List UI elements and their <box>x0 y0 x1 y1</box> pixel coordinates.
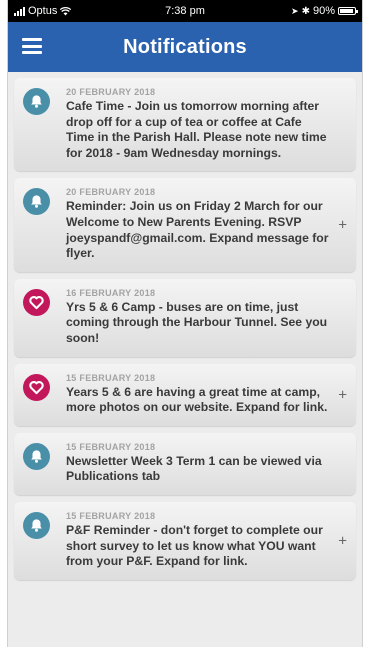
notification-message: P&F Reminder - don't forget to complete … <box>66 522 323 569</box>
notification-message: Yrs 5 & 6 Camp - buses are on time, just… <box>66 299 328 345</box>
bell-icon <box>23 442 50 470</box>
notification-message: Newsletter Week 3 Term 1 can be viewed v… <box>66 453 322 484</box>
signal-icon <box>14 6 25 16</box>
notification-date: 15 FEBRUARY 2018 <box>66 510 156 521</box>
status-left: Optus <box>14 5 72 17</box>
notification-card[interactable]: 15 FEBRUARY 2018 P&F Reminder - don't fo… <box>14 501 356 580</box>
heart-icon <box>23 288 50 316</box>
phone-frame: Optus 7:38 pm ➤ ✱ 90% Notifications 20 F… <box>7 0 363 647</box>
expand-button[interactable]: + <box>338 217 347 234</box>
expand-button[interactable]: + <box>338 532 347 549</box>
expand-button[interactable]: + <box>338 386 347 403</box>
notification-card[interactable]: 20 FEBRUARY 2018 Cafe Time - Join us tom… <box>14 78 356 172</box>
notification-card[interactable]: 16 FEBRUARY 2018 Yrs 5 & 6 Camp - buses … <box>14 278 356 357</box>
page-title: Notifications <box>123 35 247 58</box>
bluetooth-icon: ✱ <box>301 5 310 17</box>
notification-date: 16 FEBRUARY 2018 <box>66 287 156 298</box>
bell-icon <box>23 511 50 539</box>
status-bar: Optus 7:38 pm ➤ ✱ 90% <box>8 0 362 22</box>
notification-date: 20 FEBRUARY 2018 <box>66 187 156 198</box>
battery-icon <box>338 7 358 15</box>
notification-date: 15 FEBRUARY 2018 <box>66 441 156 452</box>
notification-message: Reminder: Join us on Friday 2 March for … <box>66 199 329 261</box>
carrier-label: Optus <box>28 5 58 17</box>
notification-card[interactable]: 15 FEBRUARY 2018 Newsletter Week 3 Term … <box>14 432 356 495</box>
heart-icon <box>23 373 50 401</box>
notification-list: 20 FEBRUARY 2018 Cafe Time - Join us tom… <box>8 72 362 580</box>
notification-card[interactable]: 15 FEBRUARY 2018 Years 5 & 6 are having … <box>14 363 356 426</box>
notification-message: Cafe Time - Join us tomorrow morning aft… <box>66 99 327 160</box>
location-icon: ➤ <box>291 5 299 16</box>
bell-icon <box>23 88 50 115</box>
hamburger-menu-icon[interactable] <box>22 38 42 54</box>
header-bar: Notifications <box>8 22 362 72</box>
notification-card[interactable]: 20 FEBRUARY 2018 Reminder: Join us on Fr… <box>14 178 356 272</box>
bell-icon <box>23 188 50 216</box>
notification-message: Years 5 & 6 are having a great time at c… <box>66 384 328 415</box>
status-right: ➤ ✱ 90% <box>291 5 358 17</box>
notification-date: 15 FEBRUARY 2018 <box>66 372 156 383</box>
notification-date: 20 FEBRUARY 2018 <box>66 87 156 97</box>
wifi-icon <box>60 6 72 16</box>
battery-label: 90% <box>312 5 335 17</box>
